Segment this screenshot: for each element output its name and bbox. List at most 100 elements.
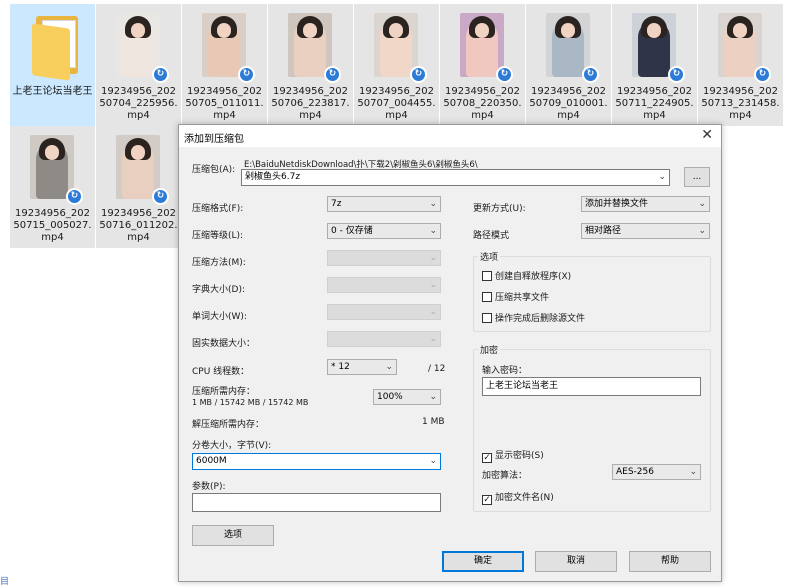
file-name: 19234956_20250709_010001.mp4: [529, 86, 608, 121]
video-thumbnail: [116, 13, 160, 77]
file-name: 19234956_20250704_225956.mp4: [99, 86, 178, 121]
sync-icon: ↻: [668, 66, 685, 83]
sync-icon: ↻: [496, 66, 513, 83]
pathmode-select[interactable]: 相对路径 ⌄: [581, 223, 710, 239]
browse-button[interactable]: ...: [684, 167, 710, 187]
options-button[interactable]: 选项: [192, 525, 274, 546]
cpu-label: CPU 线程数：: [192, 367, 250, 377]
update-value: 添加并替换文件: [585, 199, 649, 209]
folder-name: 上老王论坛当老王: [12, 86, 93, 97]
update-label: 更新方式(U):: [473, 204, 526, 214]
ok-button[interactable]: 确定: [442, 551, 524, 572]
sync-icon: ↻: [324, 66, 341, 83]
format-value: 7z: [331, 199, 342, 209]
word-label: 单词大小(W):: [192, 312, 247, 322]
delete-checkbox[interactable]: 操作完成后删除源文件: [482, 311, 585, 324]
encrypt-names-checkbox[interactable]: ✓ 加密文件名(N): [482, 490, 554, 505]
video-file-item[interactable]: ↻ 19234956_20250707_004455.mp4: [354, 4, 439, 126]
add-to-archive-dialog: 添加到压缩包 ✕ 压缩包(A): E:\BaiduNetdiskDownload…: [178, 124, 722, 582]
video-file-item[interactable]: ↻ 19234956_20250716_011202.mp4: [96, 126, 181, 248]
video-thumbnail: [460, 13, 504, 77]
video-file-item[interactable]: ↻ 19234956_20250706_223817.mp4: [268, 4, 353, 126]
video-file-item[interactable]: ↻ 19234956_20250705_011011.mp4: [182, 4, 267, 126]
checkmark-icon: ✓: [482, 453, 492, 463]
format-select[interactable]: 7z ⌄: [327, 196, 441, 212]
video-thumbnail: [116, 135, 160, 199]
enc-method-label: 加密算法：: [482, 471, 528, 481]
split-label: 分卷大小，字节(V):: [192, 441, 272, 451]
checkmark-icon: ✓: [482, 495, 492, 505]
checkbox-icon: [482, 313, 492, 323]
sfx-label: 创建自释放程序(X): [495, 272, 572, 282]
method-label: 压缩方法(M):: [192, 258, 246, 268]
chevron-down-icon: ⌄: [429, 334, 437, 344]
format-label: 压缩格式(F):: [192, 204, 244, 214]
shared-label: 压缩共享文件: [495, 293, 550, 303]
cpu-total: / 12: [428, 364, 446, 374]
video-file-item[interactable]: ↻ 19234956_20250708_220350.mp4: [440, 4, 525, 126]
archive-label: 压缩包(A):: [192, 165, 236, 175]
video-thumbnail: [546, 13, 590, 77]
file-name: 19234956_20250716_011202.mp4: [99, 208, 178, 243]
split-combo[interactable]: 6000M ⌄: [192, 453, 441, 470]
video-file-item[interactable]: ↻ 19234956_20250715_005027.mp4: [10, 126, 95, 248]
video-thumbnail: [374, 13, 418, 77]
encrypt-group-title: 加密: [478, 343, 501, 356]
mem-label: 压缩所需内存：: [192, 387, 256, 397]
solid-label: 固实数据大小：: [192, 339, 256, 349]
options-group-title: 选项: [478, 250, 501, 263]
archive-name-combo[interactable]: 剁椒鱼头6.7z ⌄: [241, 169, 670, 186]
dialog-titlebar: 添加到压缩包 ✕: [179, 125, 721, 147]
mem-percent-value: 100%: [377, 392, 403, 402]
level-select[interactable]: 0 - 仅存储 ⌄: [327, 223, 441, 239]
video-file-item[interactable]: ↻ 19234956_20250709_010001.mp4: [526, 4, 611, 126]
video-file-item[interactable]: ↻ 19234956_20250713_231458.mp4: [698, 4, 783, 126]
checkbox-icon: [482, 271, 492, 281]
video-file-item[interactable]: ↻ 19234956_20250711_224905.mp4: [612, 4, 697, 126]
password-input[interactable]: 上老王论坛当老王: [482, 377, 701, 396]
video-thumbnail: [202, 13, 246, 77]
chevron-down-icon: ⌄: [429, 226, 437, 236]
file-name: 19234956_20250706_223817.mp4: [271, 86, 350, 121]
archive-name-value: 剁椒鱼头6.7z: [245, 172, 301, 182]
show-password-checkbox[interactable]: ✓ 显示密码(S): [482, 448, 544, 463]
chevron-down-icon: ⌄: [385, 362, 393, 372]
sync-icon: ↻: [66, 188, 83, 205]
word-select: ⌄: [327, 304, 441, 320]
sync-icon: ↻: [152, 188, 169, 205]
video-thumbnail: [288, 13, 332, 77]
chevron-down-icon: ⌄: [698, 226, 706, 236]
dialog-title: 添加到压缩包: [184, 134, 244, 145]
close-icon[interactable]: ✕: [701, 127, 713, 143]
file-name: 19234956_20250705_011011.mp4: [185, 86, 264, 121]
update-select[interactable]: 添加并替换文件 ⌄: [581, 196, 710, 212]
folder-item[interactable]: 上老王论坛当老王: [10, 4, 95, 126]
help-button[interactable]: 帮助: [629, 551, 711, 572]
video-file-item[interactable]: ↻ 19234956_20250704_225956.mp4: [96, 4, 181, 126]
sfx-checkbox[interactable]: 创建自释放程序(X): [482, 269, 571, 282]
method-select: ⌄: [327, 250, 441, 266]
chevron-down-icon: ⌄: [698, 199, 706, 209]
chevron-down-icon: ⌄: [429, 307, 437, 317]
pathmode-label: 路径模式: [473, 231, 510, 241]
enc-method-select[interactable]: AES-256 ⌄: [612, 464, 701, 480]
mem-percent-select[interactable]: 100% ⌄: [373, 389, 441, 405]
split-value: 6000M: [196, 456, 227, 466]
sync-icon: ↻: [410, 66, 427, 83]
video-thumbnail: [632, 13, 676, 77]
enc-method-value: AES-256: [616, 467, 654, 477]
password-label: 输入密码：: [482, 366, 528, 376]
sync-icon: ↻: [582, 66, 599, 83]
delete-label: 操作完成后删除源文件: [495, 314, 586, 324]
nav-pane-icon: 目: [0, 577, 10, 587]
file-name: 19234956_20250707_004455.mp4: [357, 86, 436, 121]
cpu-select[interactable]: * 12 ⌄: [327, 359, 397, 375]
solid-select: ⌄: [327, 331, 441, 347]
shared-checkbox[interactable]: 压缩共享文件: [482, 290, 549, 303]
chevron-down-icon: ⌄: [689, 467, 697, 477]
cancel-button[interactable]: 取消: [535, 551, 617, 572]
video-thumbnail: [30, 135, 74, 199]
params-label: 参数(P):: [192, 482, 226, 492]
chevron-down-icon: ⌄: [429, 456, 437, 466]
params-input[interactable]: [192, 493, 441, 512]
